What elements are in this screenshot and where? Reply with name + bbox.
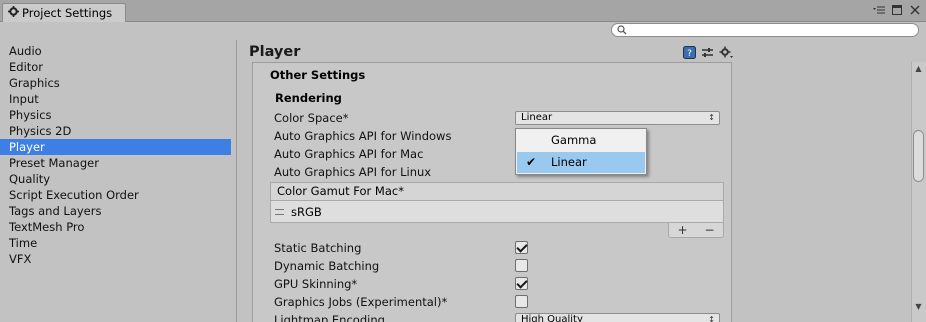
list-footer: + − [668, 223, 724, 238]
sidebar-item-input[interactable]: Input [0, 91, 231, 107]
static-batching-checkbox[interactable] [515, 241, 528, 254]
auto-graphics-api-windows-label: Auto Graphics API for Windows [274, 129, 452, 143]
subsection-title-rendering: Rendering [275, 91, 342, 105]
sidebar-item-preset-manager[interactable]: Preset Manager [0, 155, 231, 171]
settings-gear-icon[interactable] [719, 46, 733, 60]
chevron-updown-icon: ↕ [708, 113, 715, 122]
color-space-dropdown[interactable]: Linear ↕ [515, 111, 720, 125]
settings-sidebar: Audio Editor Graphics Input Physics Phys… [0, 40, 237, 322]
drag-handle-icon[interactable] [275, 209, 284, 215]
svg-text:?: ? [687, 49, 692, 59]
title-bar [0, 0, 926, 22]
dynamic-batching-checkbox[interactable] [515, 259, 528, 272]
tab-project-settings[interactable]: Project Settings [2, 3, 126, 22]
dynamic-batching-label: Dynamic Batching [274, 259, 380, 273]
color-gamut-item[interactable]: sRGB [291, 205, 322, 219]
color-gamut-list: sRGB [270, 201, 724, 223]
menu-item-label: Linear [551, 155, 587, 169]
auto-graphics-api-mac-label: Auto Graphics API for Mac [274, 147, 424, 161]
search-icon [617, 25, 627, 38]
lightmap-encoding-value: High Quality [521, 314, 583, 322]
auto-graphics-api-linux-label: Auto Graphics API for Linux [274, 165, 432, 179]
sidebar-item-tags-and-layers[interactable]: Tags and Layers [0, 203, 231, 219]
static-batching-label: Static Batching [274, 241, 362, 255]
menu-item-label: Gamma [551, 133, 597, 147]
search-input[interactable] [611, 23, 919, 37]
color-space-label: Color Space* [274, 111, 349, 125]
sidebar-item-editor[interactable]: Editor [0, 59, 231, 75]
sidebar-item-textmesh-pro[interactable]: TextMesh Pro [0, 219, 231, 235]
menu-item-gamma[interactable]: Gamma [517, 130, 645, 151]
sidebar-item-time[interactable]: Time [0, 235, 231, 251]
preset-icon[interactable] [701, 46, 715, 60]
remove-item-button[interactable]: − [704, 223, 714, 237]
tab-title: Project Settings [22, 6, 113, 20]
graphics-jobs-label: Graphics Jobs (Experimental)* [274, 295, 448, 309]
header-icons: ? [683, 46, 733, 60]
section-title-other-settings[interactable]: Other Settings [270, 68, 365, 82]
scrollbar-thumb[interactable] [913, 130, 924, 182]
color-space-value: Linear [521, 112, 553, 123]
checkmark-icon: ✔ [526, 155, 537, 169]
sidebar-item-player[interactable]: Player [0, 139, 231, 155]
page-title: Player [249, 44, 301, 60]
gpu-skinning-checkbox[interactable] [515, 277, 528, 290]
chevron-updown-icon: ↕ [708, 315, 715, 322]
sidebar-item-vfx[interactable]: VFX [0, 251, 231, 267]
color-gamut-header: Color Gamut For Mac* [270, 182, 724, 201]
lightmap-encoding-label: Lightmap Encoding [274, 313, 385, 322]
scroll-up-arrow-icon[interactable]: ▲ [911, 62, 926, 75]
graphics-jobs-checkbox[interactable] [515, 295, 528, 308]
sidebar-item-physics[interactable]: Physics [0, 107, 231, 123]
scroll-down-arrow-icon[interactable]: ▼ [911, 300, 926, 313]
maximize-icon[interactable] [890, 4, 904, 19]
sidebar-item-script-execution-order[interactable]: Script Execution Order [0, 187, 231, 203]
add-item-button[interactable]: + [677, 223, 687, 237]
sidebar-item-graphics[interactable]: Graphics [0, 75, 231, 91]
lightmap-encoding-dropdown[interactable]: High Quality ↕ [515, 313, 720, 322]
menu-item-linear[interactable]: ✔ Linear [517, 152, 645, 173]
gpu-skinning-label: GPU Skinning* [274, 277, 358, 291]
settings-gear-icon [8, 6, 19, 20]
sidebar-item-quality[interactable]: Quality [0, 171, 231, 187]
vertical-scrollbar[interactable] [911, 62, 926, 322]
sidebar-item-audio[interactable]: Audio [0, 43, 231, 59]
window-controls [872, 4, 922, 19]
color-space-popup-menu: Gamma ✔ Linear [515, 128, 647, 175]
sidebar-item-physics-2d[interactable]: Physics 2D [0, 123, 231, 139]
help-icon[interactable]: ? [683, 46, 697, 60]
menu-icon[interactable] [872, 4, 886, 19]
close-icon[interactable] [908, 4, 922, 19]
